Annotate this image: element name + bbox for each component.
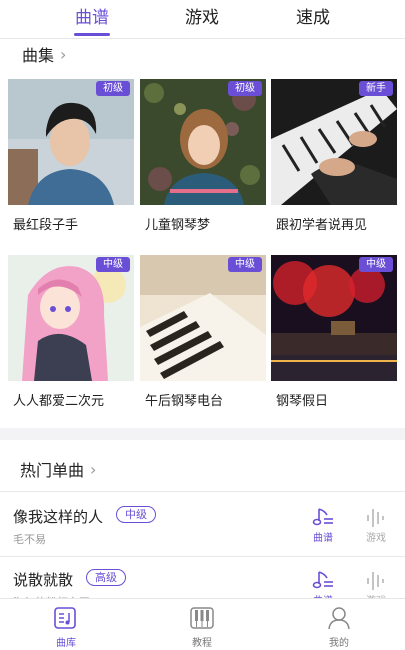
collection-cover-1: [8, 79, 134, 205]
sound-bars-icon: [367, 509, 384, 527]
collection-tile-3[interactable]: 新手: [271, 79, 397, 205]
song-level-badge: 中级: [116, 506, 156, 523]
collection-label-3[interactable]: 跟初学者说再见: [276, 214, 367, 233]
collection-label-5[interactable]: 午后钢琴电台: [145, 390, 223, 409]
collection-tile-6[interactable]: 中级: [271, 255, 397, 381]
collection-tile-4[interactable]: 中级: [8, 255, 134, 381]
collection-tile-1[interactable]: 初级: [8, 79, 134, 205]
level-badge: 新手: [359, 81, 393, 96]
tab-sheet-music[interactable]: 曲谱: [75, 3, 109, 28]
game-label: 游戏: [366, 533, 386, 544]
song-level-badge: 高级: [86, 569, 126, 586]
song-title: 像我这样的人: [13, 508, 104, 526]
sheet-music-button[interactable]: 曲谱: [303, 505, 343, 544]
tab-games[interactable]: 游戏: [185, 3, 219, 28]
song-artist: 毛不易: [13, 533, 46, 546]
sheet-music-label: 曲谱: [313, 533, 333, 544]
collections-header[interactable]: 曲集 ›: [22, 42, 66, 66]
music-note-icon: [312, 508, 333, 526]
chevron-right-icon: ›: [60, 44, 67, 64]
collection-tile-5[interactable]: 中级: [140, 255, 266, 381]
tab-quick-learn[interactable]: 速成: [296, 3, 330, 28]
chevron-right-icon: ›: [90, 459, 97, 479]
top-tab-bar: 曲谱 游戏 速成: [0, 0, 405, 38]
collections-title: 曲集: [22, 46, 55, 65]
collection-tile-2[interactable]: 初级: [140, 79, 266, 205]
divider: [0, 491, 405, 492]
hot-singles-title: 热门单曲: [20, 461, 85, 480]
collection-label-6[interactable]: 钢琴假日: [276, 390, 328, 409]
hot-singles-header[interactable]: 热门单曲 ›: [20, 457, 96, 481]
music-library-icon: [54, 607, 76, 629]
divider: [0, 38, 405, 39]
collection-label-4[interactable]: 人人都爱二次元: [13, 390, 104, 409]
song-title: 说散就散: [13, 571, 74, 589]
level-badge: 初级: [96, 81, 130, 96]
nav-profile-label: 我的: [329, 638, 349, 649]
divider: [0, 556, 405, 557]
user-icon: [328, 607, 350, 630]
bottom-navigation: 曲库 教程 我的: [0, 598, 405, 650]
game-button[interactable]: 游戏: [356, 505, 396, 544]
nav-tutorial[interactable]: 教程: [172, 605, 232, 649]
collection-cover-4: [8, 255, 134, 381]
collection-label-1[interactable]: 最红段子手: [13, 214, 78, 233]
level-badge: 中级: [96, 257, 130, 272]
nav-tutorial-label: 教程: [192, 638, 212, 649]
nav-profile[interactable]: 我的: [309, 605, 369, 649]
collection-cover-2: [140, 79, 266, 205]
nav-library[interactable]: 曲库: [36, 605, 96, 649]
collection-cover-6: [271, 255, 397, 381]
level-badge: 初级: [228, 81, 262, 96]
music-note-icon: [312, 571, 333, 589]
level-badge: 中级: [228, 257, 262, 272]
nav-library-label: 曲库: [56, 638, 76, 649]
sound-bars-icon: [367, 572, 384, 590]
collection-cover-5: [140, 255, 266, 381]
level-badge: 中级: [359, 257, 393, 272]
piano-icon: [190, 607, 214, 629]
section-separator: [0, 428, 405, 440]
active-tab-indicator: [74, 33, 110, 36]
collection-cover-3: [271, 79, 397, 205]
collection-label-2[interactable]: 儿童钢琴梦: [145, 214, 210, 233]
